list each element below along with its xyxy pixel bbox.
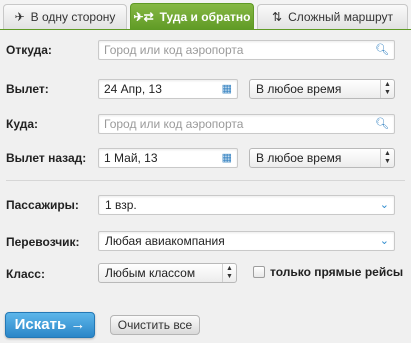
return-date-value: 1 Май, 13 (104, 151, 158, 165)
tab-one-way-label: В одну сторону (30, 10, 116, 24)
plane-icon: ✈ (14, 10, 25, 24)
search-form-panel (0, 30, 411, 343)
calendar-icon[interactable]: ▦ (222, 149, 232, 167)
tab-multi-route[interactable]: ⇅ Сложный маршрут (257, 4, 408, 29)
tab-multi-route-label: Сложный маршрут (288, 10, 393, 24)
return-time-value: В любое время (256, 151, 342, 165)
class-value: Любым классом (105, 266, 196, 280)
search-icon[interactable]: 🔍︎ (375, 41, 389, 59)
clear-all-button[interactable]: Очистить все (110, 315, 200, 335)
from-input[interactable]: Город или код аэропорта 🔍︎ (98, 40, 395, 60)
to-input[interactable]: Город или код аэропорта 🔍︎ (98, 114, 395, 134)
tab-round-trip[interactable]: ✈⇄ Туда и обратно (130, 3, 254, 30)
return-label: Вылет назад: (6, 151, 87, 165)
passengers-value: 1 взр. (105, 198, 137, 212)
search-button[interactable]: Искать → (5, 312, 95, 338)
tab-one-way[interactable]: ✈ В одну сторону (3, 4, 127, 29)
depart-date-input[interactable]: 24 Апр, 13 ▦ (98, 79, 238, 99)
from-placeholder: Город или код аэропорта (104, 43, 244, 57)
select-arrows-icon: ▲ ▼ (380, 80, 394, 98)
to-label: Куда: (6, 117, 38, 131)
depart-label: Вылет: (6, 82, 49, 96)
depart-time-select[interactable]: В любое время ▲ ▼ (249, 79, 395, 99)
select-arrows-icon: ▲ ▼ (222, 264, 236, 282)
chevron-down-icon: ⌄ (379, 235, 389, 247)
depart-date-value: 24 Апр, 13 (104, 82, 162, 96)
trip-type-tabs: ✈ В одну сторону ✈⇄ Туда и обратно ⇅ Сло… (0, 0, 411, 30)
calendar-icon[interactable]: ▦ (222, 80, 232, 98)
search-icon[interactable]: 🔍︎ (375, 115, 389, 133)
carrier-label: Перевозчик: (6, 235, 80, 249)
round-trip-icon: ✈⇄ (133, 10, 154, 24)
passengers-dropdown[interactable]: 1 взр. ⌄ (98, 195, 395, 215)
class-select[interactable]: Любым классом ▲ ▼ (98, 263, 237, 283)
carrier-value: Любая авиакомпания (105, 234, 225, 248)
passengers-label: Пассажиры: (6, 198, 79, 212)
depart-time-value: В любое время (256, 82, 342, 96)
class-label: Класс: (6, 267, 45, 281)
return-time-select[interactable]: В любое время ▲ ▼ (249, 148, 395, 168)
from-label: Откуда: (6, 43, 52, 57)
multi-route-icon: ⇅ (272, 10, 283, 24)
carrier-dropdown[interactable]: Любая авиакомпания ⌄ (98, 231, 395, 251)
return-date-input[interactable]: 1 Май, 13 ▦ (98, 148, 238, 168)
divider (6, 180, 405, 181)
tab-round-trip-label: Туда и обратно (159, 10, 251, 24)
direct-only-label[interactable]: только прямые рейсы (270, 265, 403, 279)
to-placeholder: Город или код аэропорта (104, 117, 244, 131)
direct-only-checkbox[interactable] (253, 266, 265, 278)
chevron-down-icon: ⌄ (379, 199, 389, 211)
select-arrows-icon: ▲ ▼ (380, 149, 394, 167)
